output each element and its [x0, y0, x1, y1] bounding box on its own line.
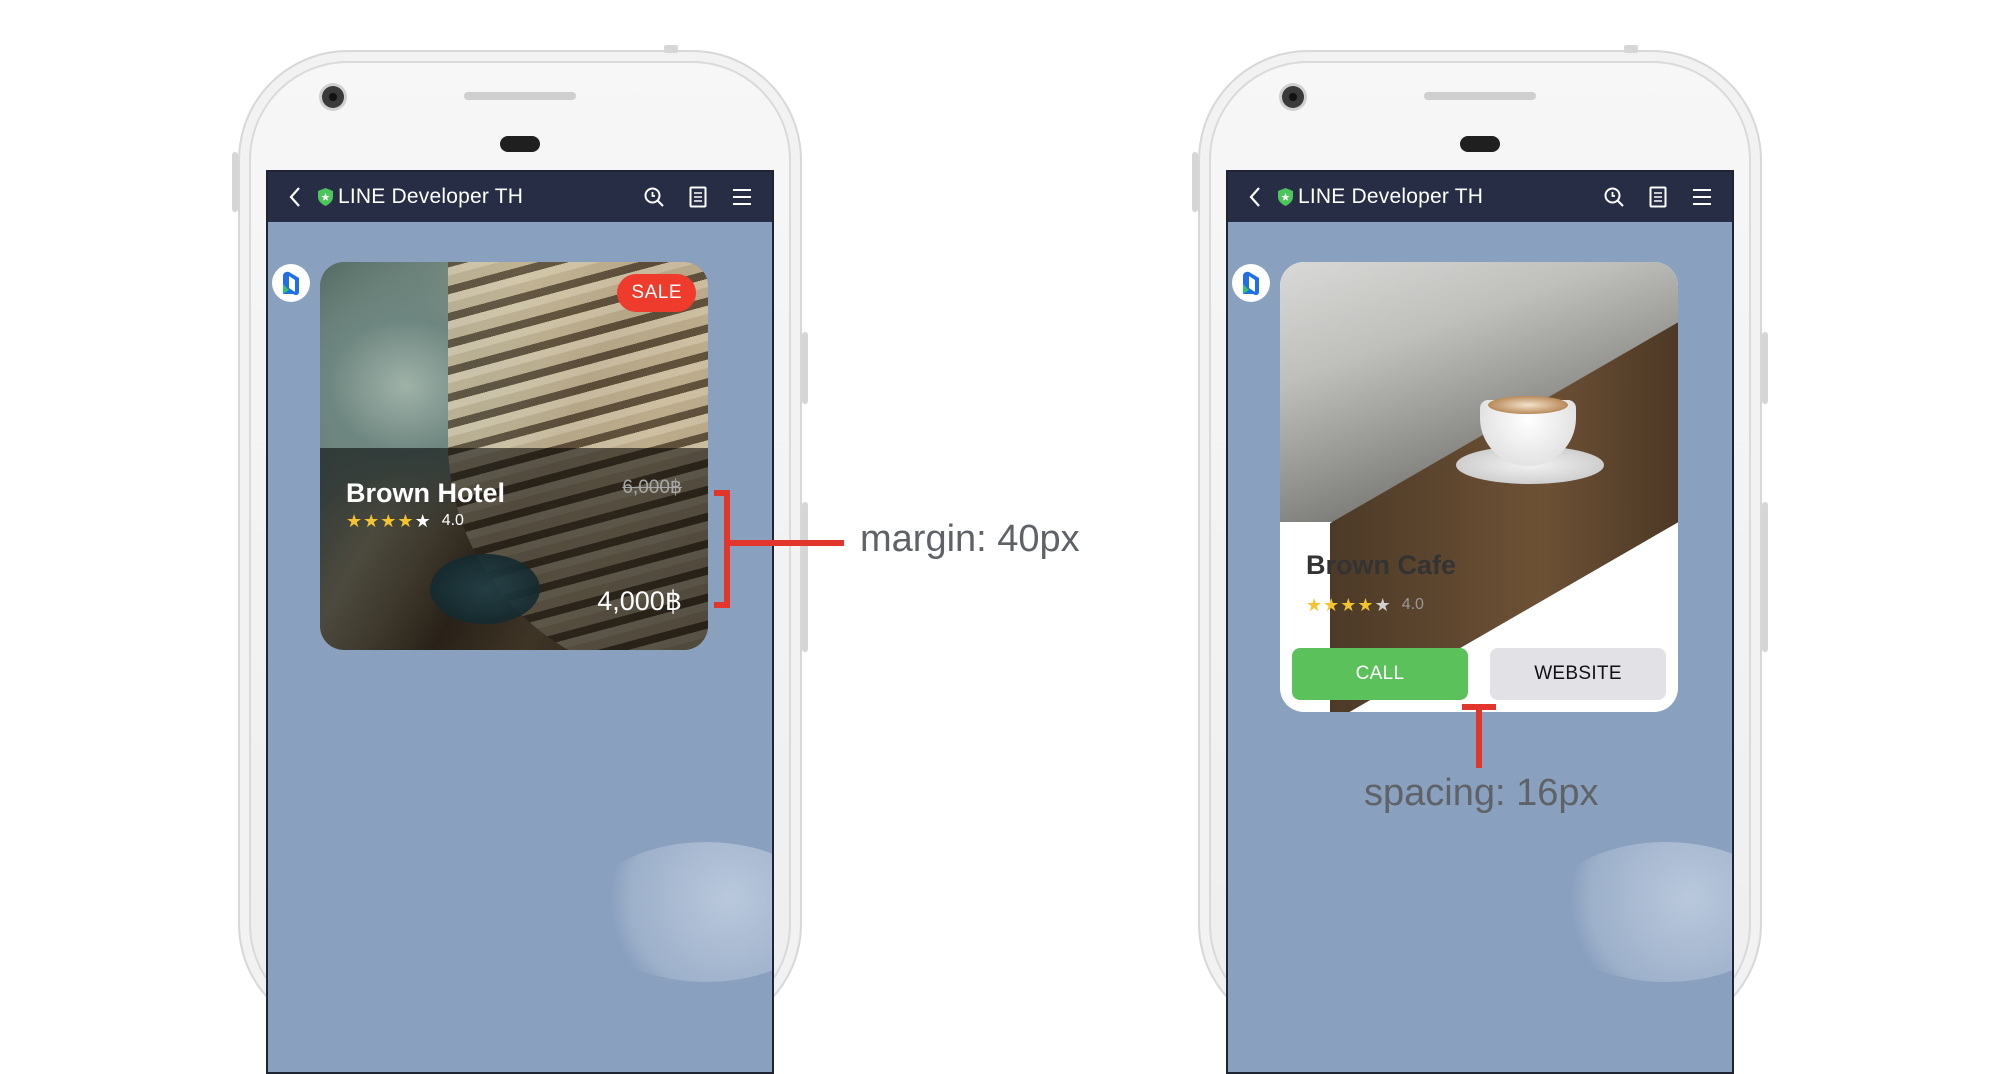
power-notch [664, 45, 678, 53]
chat-header: LINE Developer TH [268, 172, 772, 222]
back-icon[interactable] [280, 186, 310, 208]
chat-screen: LINE Developer TH SALE Brown Hotel 6,000… [266, 170, 774, 1074]
earpiece-speaker [1424, 92, 1536, 100]
volume-button [802, 332, 808, 404]
chat-header: LINE Developer TH [1228, 172, 1732, 222]
hotel-old-price: 6,000฿ [622, 477, 682, 498]
avatar-logo-icon [1243, 271, 1259, 296]
star-rating: ★ ★ ★ ★ ★ [346, 512, 432, 530]
star-icon: ★ [363, 511, 380, 531]
spacing-annotation: spacing: 16px [1364, 772, 1599, 814]
front-camera [1282, 86, 1304, 108]
back-icon[interactable] [1240, 186, 1270, 208]
star-icon: ★ [1357, 595, 1374, 615]
power-notch [1624, 45, 1638, 53]
rating-value: 4.0 [441, 512, 464, 529]
notes-icon[interactable] [676, 186, 720, 208]
search-icon[interactable] [1592, 186, 1636, 208]
background-cloud [586, 842, 772, 982]
hotel-new-price: 4,000฿ [597, 586, 682, 616]
star-icon: ★ [1306, 595, 1323, 615]
phone-right: LINE Developer TH Brown Cafe ★ ★ ★ ★ ★ 4… [1192, 45, 1768, 1074]
avatar[interactable] [272, 264, 310, 302]
hotel-rating: ★ ★ ★ ★ ★ 4.0 [346, 512, 464, 530]
margin-bracket [714, 490, 730, 608]
cafe-flex-card[interactable]: Brown Cafe ★ ★ ★ ★ ★ 4.0 CALL WEBSITE [1280, 262, 1678, 712]
star-icon: ★ [414, 511, 431, 531]
background-cloud [1546, 842, 1732, 982]
shield-icon [1278, 188, 1294, 206]
avatar-logo-icon [283, 271, 299, 296]
avatar[interactable] [1232, 264, 1270, 302]
proximity-sensor [1460, 136, 1500, 152]
star-icon: ★ [1323, 595, 1340, 615]
volume-button [1762, 332, 1768, 404]
star-icon: ★ [346, 511, 363, 531]
proximity-sensor [500, 136, 540, 152]
rating-value: 4.0 [1401, 596, 1424, 613]
menu-icon[interactable] [720, 188, 764, 206]
star-icon: ★ [380, 511, 397, 531]
star-icon: ★ [1374, 595, 1391, 615]
website-button[interactable]: WEBSITE [1490, 648, 1666, 700]
side-button [802, 502, 808, 652]
chat-screen: LINE Developer TH Brown Cafe ★ ★ ★ ★ ★ 4… [1226, 170, 1734, 1074]
side-button [232, 152, 238, 212]
search-icon[interactable] [632, 186, 676, 208]
hotel-name: Brown Hotel [346, 478, 505, 508]
front-camera [322, 86, 344, 108]
cafe-name: Brown Cafe [1306, 550, 1457, 580]
star-icon: ★ [1340, 595, 1357, 615]
star-icon: ★ [397, 511, 414, 531]
sale-badge: SALE [617, 274, 696, 312]
call-button[interactable]: CALL [1292, 648, 1468, 700]
margin-annotation: margin: 40px [860, 518, 1080, 560]
hotel-flex-card[interactable]: SALE Brown Hotel 6,000฿ ★ ★ ★ ★ ★ 4.0 4,000฿ [320, 262, 708, 650]
margin-pointer-line [730, 540, 844, 546]
notes-icon[interactable] [1636, 186, 1680, 208]
earpiece-speaker [464, 92, 576, 100]
cafe-photo-latte [1488, 396, 1568, 414]
cafe-rating: ★ ★ ★ ★ ★ 4.0 [1306, 596, 1424, 614]
side-button [1762, 502, 1768, 652]
cafe-photo [1280, 262, 1678, 712]
chat-title: LINE Developer TH [1298, 185, 1484, 208]
shield-icon [318, 188, 334, 206]
spacing-pointer-line [1476, 704, 1482, 768]
chat-title: LINE Developer TH [338, 185, 524, 208]
side-button [1192, 152, 1198, 212]
star-rating: ★ ★ ★ ★ ★ [1306, 596, 1392, 614]
menu-icon[interactable] [1680, 188, 1724, 206]
